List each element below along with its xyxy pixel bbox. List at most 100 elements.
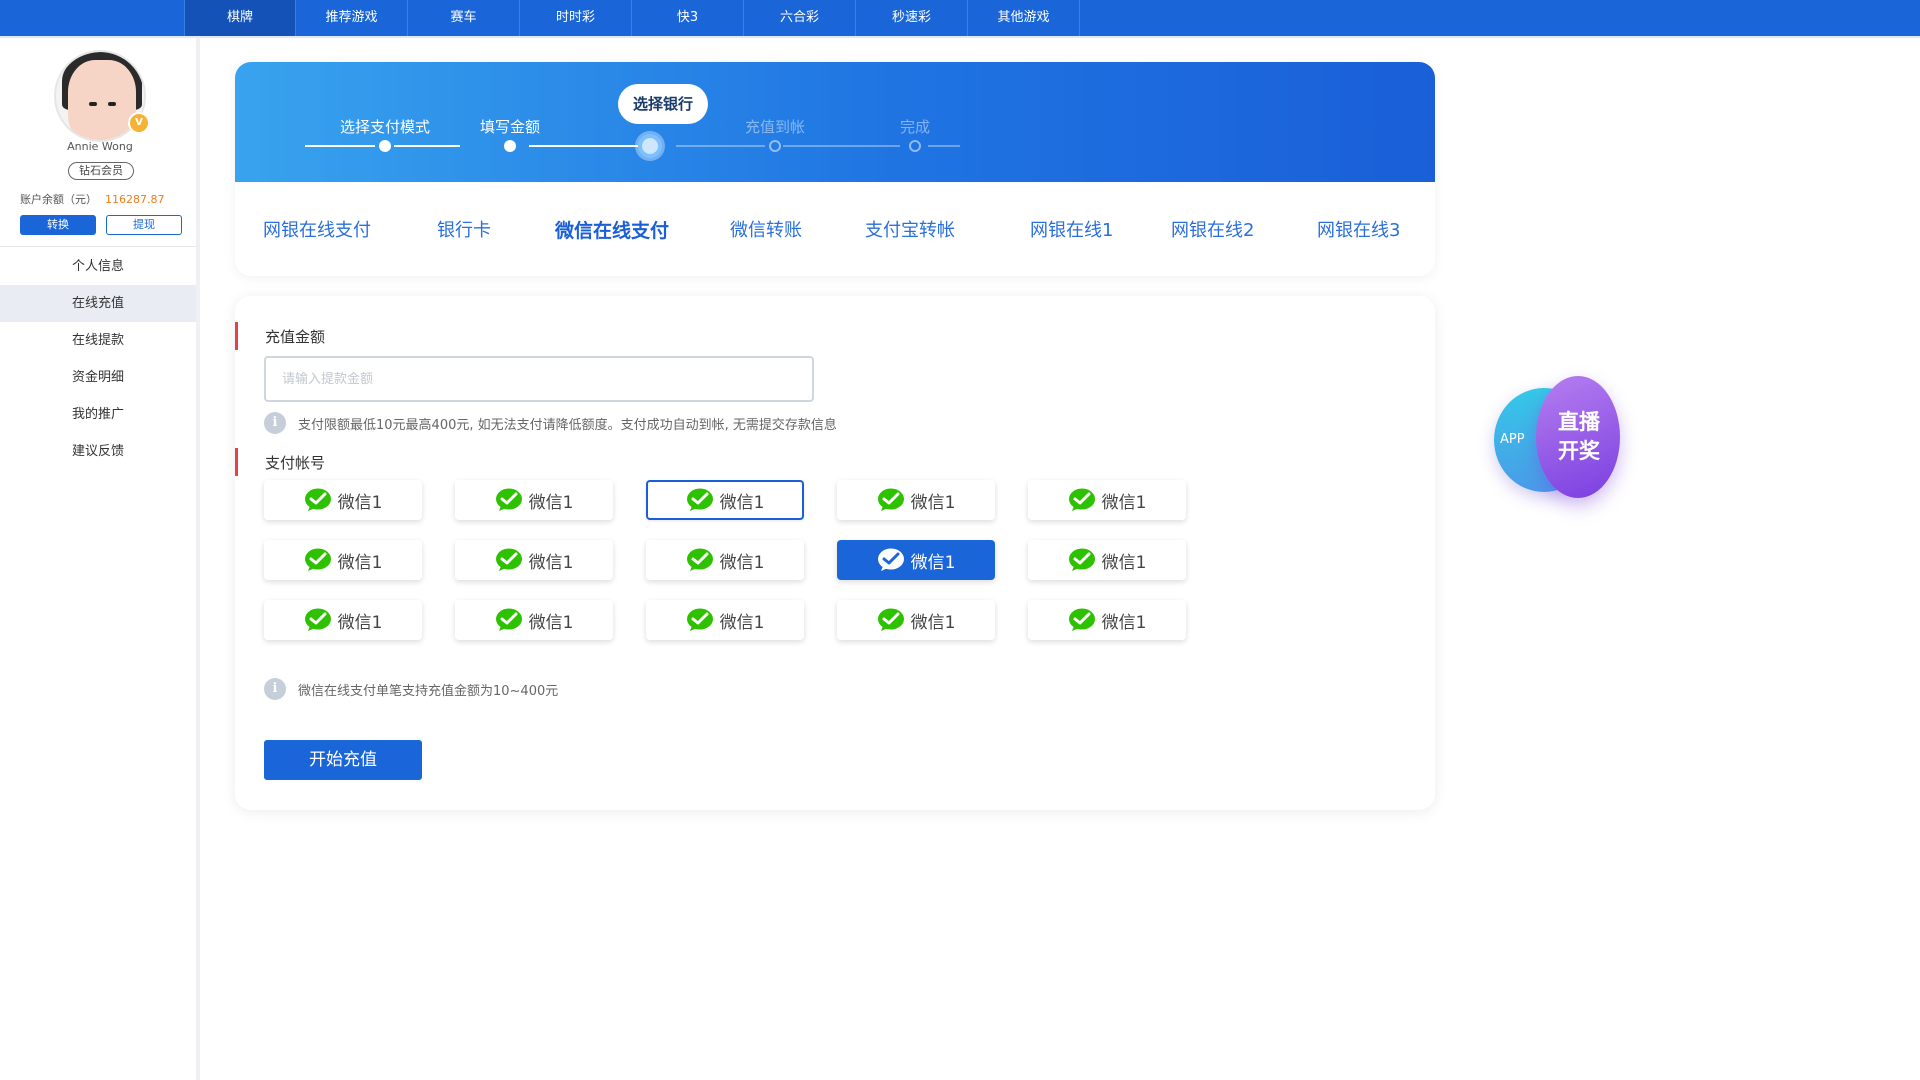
wechat-account-option[interactable]: 微信1 — [264, 480, 422, 520]
live-draw-line2: 开奖 — [1558, 439, 1600, 463]
info-icon: i — [264, 678, 286, 700]
wechat-account-option[interactable]: 微信1 — [1028, 480, 1186, 520]
top-nav-tab[interactable]: 快3 — [632, 0, 744, 36]
wechat-note-row: i 微信在线支付单笔支持充值金额为10~400元 — [264, 678, 558, 700]
wechat-account-label: 微信1 — [910, 612, 956, 633]
wechat-account-label: 微信1 — [528, 552, 574, 573]
wechat-icon — [495, 608, 522, 631]
wechat-account-label: 微信1 — [719, 492, 765, 513]
wechat-account-option[interactable]: 微信1 — [455, 600, 613, 640]
current-step-pill: 选择银行 — [618, 84, 708, 124]
live-draw-line1: 直播 — [1558, 410, 1600, 434]
wechat-account-option[interactable]: 微信1 — [264, 600, 422, 640]
balance-label: 账户余额（元） — [20, 193, 97, 206]
payment-method-tab[interactable]: 网银在线1 — [1030, 216, 1113, 242]
current-step-dot — [638, 134, 662, 158]
step-connector — [676, 145, 765, 147]
wechat-icon — [495, 488, 522, 511]
top-nav-tab[interactable]: 秒速彩 — [856, 0, 968, 36]
vip-badge-icon: V — [128, 112, 150, 134]
top-nav-tab[interactable]: 其他游戏 — [968, 0, 1080, 36]
limit-note-text: 支付限额最低10元最高400元, 如无法支付请降低额度。支付成功自动到帐, 无需… — [298, 417, 837, 433]
wechat-account-option[interactable]: 微信1 — [646, 540, 804, 580]
sidebar-menu: 个人信息 在线充值 在线提款 资金明细 我的推广 建议反馈 — [0, 248, 196, 470]
wechat-account-label: 微信1 — [1101, 552, 1147, 573]
top-nav-tab[interactable]: 时时彩 — [520, 0, 632, 36]
sidebar-menu-item[interactable]: 在线提款 — [0, 322, 196, 359]
wechat-account-label: 微信1 — [528, 492, 574, 513]
payment-method-tab[interactable]: 网银在线3 — [1317, 216, 1400, 242]
balance-amount: 116287.87 — [105, 193, 165, 206]
start-recharge-button[interactable]: 开始充值 — [264, 740, 422, 780]
step-dot — [504, 140, 516, 152]
sidebar-menu-item[interactable]: 资金明细 — [0, 359, 196, 396]
step-progress-header: 选择银行 选择支付模式 填写金额 充值到帐 完成 — [235, 62, 1435, 182]
step-label: 完成 — [899, 118, 931, 136]
step-connector — [394, 145, 460, 147]
wechat-icon — [1068, 548, 1095, 571]
wechat-account-label: 微信1 — [719, 552, 765, 573]
wechat-account-label: 微信1 — [337, 552, 383, 573]
top-nav-tab[interactable]: 推荐游戏 — [296, 0, 408, 36]
sidebar-menu-item[interactable]: 在线充值 — [0, 285, 196, 322]
balance-row: 账户余额（元） 116287.87 — [20, 191, 165, 207]
wechat-account-option[interactable]: 微信1 — [455, 480, 613, 520]
payment-method-tab[interactable]: 微信转账 — [730, 216, 802, 242]
amount-section-title: 充值金额 — [265, 328, 326, 346]
wechat-account-option[interactable]: 微信1 — [455, 540, 613, 580]
live-draw-label: 直播 开奖 — [1542, 408, 1616, 466]
wechat-account-option[interactable]: 微信1 — [1028, 600, 1186, 640]
limit-note-row: i 支付限额最低10元最高400元, 如无法支付请降低额度。支付成功自动到帐, … — [264, 412, 837, 434]
wechat-account-option[interactable]: 微信1 — [837, 540, 995, 580]
wechat-account-label: 微信1 — [719, 612, 765, 633]
wechat-icon — [686, 608, 713, 631]
info-icon: i — [264, 412, 286, 434]
sidebar-menu-item[interactable]: 建议反馈 — [0, 433, 196, 470]
wechat-account-label: 微信1 — [337, 492, 383, 513]
wechat-icon — [877, 548, 904, 571]
step-label: 填写金额 — [479, 118, 541, 136]
sidebar-menu-item[interactable]: 个人信息 — [0, 248, 196, 285]
wechat-account-option[interactable]: 微信1 — [1028, 540, 1186, 580]
payment-method-tab[interactable]: 支付宝转帐 — [865, 216, 955, 242]
payment-method-tab[interactable]: 网银在线2 — [1171, 216, 1254, 242]
wechat-account-option[interactable]: 微信1 — [646, 480, 804, 520]
step-connector — [305, 145, 375, 147]
wechat-account-option[interactable]: 微信1 — [837, 480, 995, 520]
wechat-account-option[interactable]: 微信1 — [837, 600, 995, 640]
withdraw-button[interactable]: 提现 — [106, 215, 182, 235]
top-nav-tab[interactable]: 棋牌 — [184, 0, 296, 36]
step-dot — [909, 140, 921, 152]
wechat-icon — [1068, 608, 1095, 631]
sidebar-menu-item[interactable]: 我的推广 — [0, 396, 196, 433]
wechat-account-label: 微信1 — [910, 552, 956, 573]
step-connector — [529, 145, 640, 147]
wechat-icon — [686, 548, 713, 571]
wechat-icon — [304, 548, 331, 571]
recharge-form-card: 充值金额 i 支付限额最低10元最高400元, 如无法支付请降低额度。支付成功自… — [235, 296, 1435, 810]
wechat-account-label: 微信1 — [1101, 612, 1147, 633]
account-section-marker — [235, 448, 238, 476]
payment-method-tab[interactable]: 银行卡 — [437, 216, 491, 242]
step-connector — [783, 145, 900, 147]
top-nav: 棋牌 推荐游戏 赛车 时时彩 快3 六合彩 秒速彩 其他游戏 — [0, 0, 1920, 36]
wechat-account-option[interactable]: 微信1 — [264, 540, 422, 580]
payment-method-tab[interactable]: 网银在线支付 — [263, 216, 371, 242]
top-nav-tab[interactable]: 六合彩 — [744, 0, 856, 36]
wechat-icon — [495, 548, 522, 571]
step-dot — [769, 140, 781, 152]
wechat-icon — [877, 608, 904, 631]
convert-button[interactable]: 转换 — [20, 215, 96, 235]
step-connector — [928, 145, 960, 147]
live-draw-float-button[interactable]: APP 直播 开奖 — [1494, 376, 1624, 502]
amount-input[interactable] — [264, 356, 814, 402]
payment-method-tab[interactable]: 微信在线支付 — [555, 216, 669, 243]
top-nav-tab[interactable]: 赛车 — [408, 0, 520, 36]
wechat-account-option[interactable]: 微信1 — [646, 600, 804, 640]
member-level-badge: 钻石会员 — [68, 162, 134, 180]
top-nav-tabs: 棋牌 推荐游戏 赛车 时时彩 快3 六合彩 秒速彩 其他游戏 — [184, 0, 1080, 36]
account-section-title: 支付帐号 — [265, 454, 326, 472]
wechat-icon — [686, 488, 713, 511]
wechat-note-text: 微信在线支付单笔支持充值金额为10~400元 — [298, 683, 559, 699]
payment-method-tabs: 网银在线支付 银行卡 微信在线支付 微信转账 支付宝转帐 网银在线1 网银在线2 网银在线3 — [235, 186, 1435, 276]
